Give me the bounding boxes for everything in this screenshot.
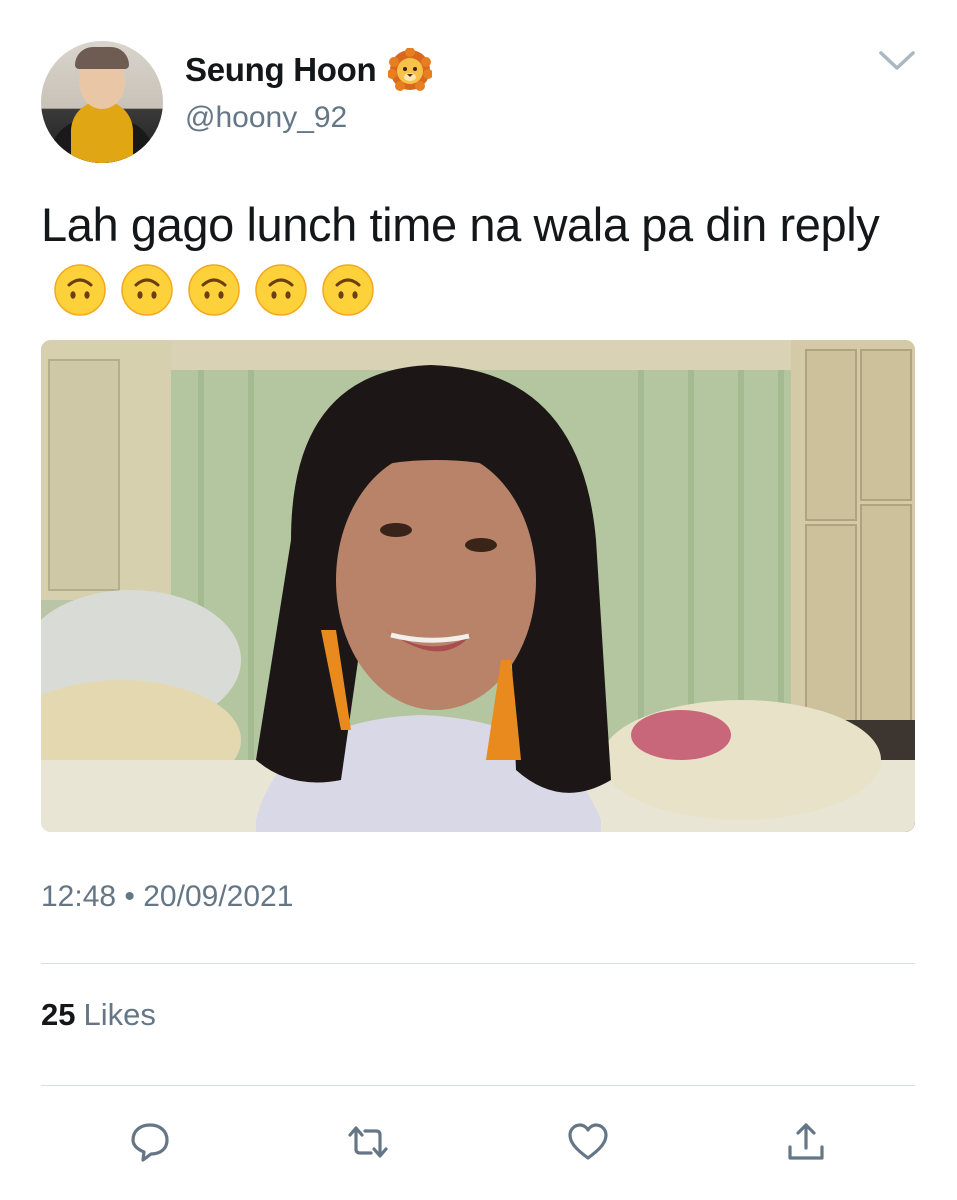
tweet-text: Lah gago lunch time na wala pa din reply [41, 192, 921, 324]
upside-down-face-icon [188, 264, 240, 316]
avatar[interactable] [41, 41, 163, 163]
lion-face-icon [388, 48, 433, 91]
upside-down-face-icon [54, 264, 106, 316]
upside-down-face-icon [121, 264, 173, 316]
action-bar [41, 1115, 915, 1169]
divider [41, 1085, 915, 1086]
share-icon [788, 1123, 824, 1160]
author-name-row[interactable]: Seung Hoon [185, 48, 433, 92]
author-display-name[interactable]: Seung Hoon [185, 51, 377, 89]
likes-label: Likes [83, 997, 156, 1032]
upside-down-face-icon [255, 264, 307, 316]
photo-illustration [41, 340, 915, 832]
retweet-icon [348, 1126, 388, 1158]
likes-number: 25 [41, 997, 76, 1032]
tweet-text-body: Lah gago lunch time na wala pa din reply [41, 198, 880, 251]
retweet-button[interactable] [341, 1115, 395, 1169]
share-button[interactable] [779, 1115, 833, 1169]
likes-count[interactable]: 25 Likes [41, 997, 156, 1033]
like-button[interactable] [561, 1115, 615, 1169]
chevron-down-icon[interactable] [876, 46, 918, 76]
tweet-timestamp[interactable]: 12:48 • 20/09/2021 [41, 880, 293, 914]
upside-down-face-icon [322, 264, 374, 316]
like-icon [568, 1123, 608, 1160]
reply-button[interactable] [123, 1115, 177, 1169]
emoji-row [53, 263, 375, 317]
divider [41, 963, 915, 964]
tweet-media-photo[interactable] [41, 340, 915, 832]
reply-icon [131, 1123, 169, 1162]
author-handle[interactable]: @hoony_92 [185, 101, 347, 135]
